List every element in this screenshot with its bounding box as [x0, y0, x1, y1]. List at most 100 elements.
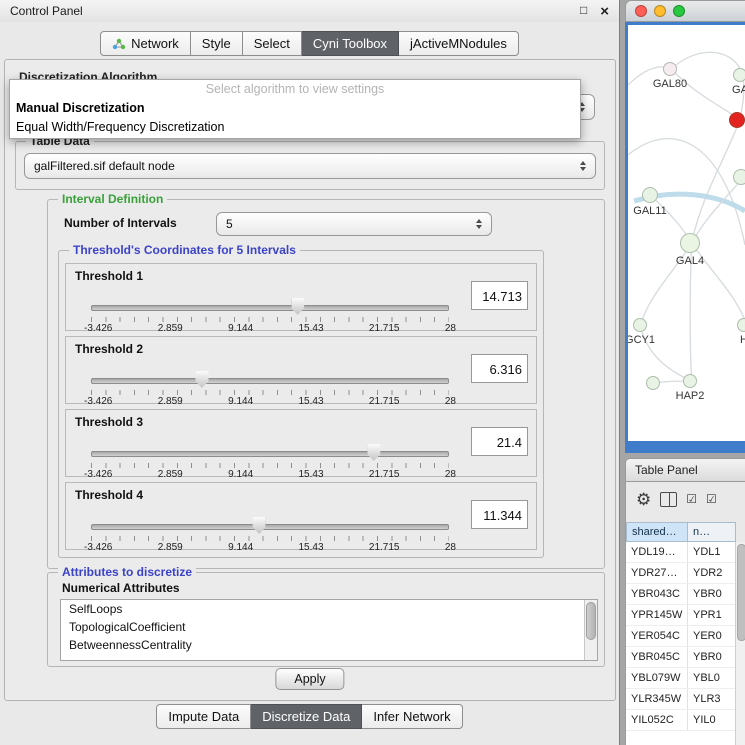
node-circle[interactable]: [729, 112, 745, 128]
network-canvas[interactable]: GAL80GAGAL11GAL4GCY1HHAP2: [628, 25, 745, 441]
slider-track[interactable]: [91, 524, 449, 530]
slider-thumb[interactable]: [195, 371, 208, 388]
table-panel-titlebar[interactable]: Table Panel: [625, 458, 745, 482]
node-circle[interactable]: [663, 62, 677, 76]
tab-cyni-toolbox[interactable]: Cyni Toolbox: [302, 31, 399, 56]
tab-infer-network[interactable]: Infer Network: [362, 704, 462, 729]
node-circle[interactable]: [646, 376, 660, 390]
threshold-3-slider[interactable]: -3.4262.8599.14415.4321.71528: [84, 444, 456, 476]
minimize-traffic-light[interactable]: [654, 5, 666, 17]
dropdown-option-equal-width-frequency[interactable]: Equal Width/Frequency Discretization: [10, 118, 580, 137]
threshold-2-value[interactable]: 6.316: [471, 354, 528, 383]
interval-definition-group: Interval Definition Number of Intervals …: [47, 199, 605, 569]
checkbox-icon[interactable]: ☑: [686, 493, 697, 505]
table-row[interactable]: YDR27… YDR2: [626, 563, 736, 584]
scale-tick-label: 21.715: [369, 469, 400, 480]
scale-tick-label: 2.859: [158, 469, 183, 480]
tab-label: Style: [202, 36, 231, 51]
node-circle[interactable]: [737, 318, 745, 332]
scale-tick-label: 9.144: [228, 323, 253, 334]
network-frame: GAL80GAGAL11GAL4GCY1HHAP2: [625, 22, 745, 453]
node-circle[interactable]: [733, 68, 745, 82]
tab-discretize-data[interactable]: Discretize Data: [251, 704, 362, 729]
table-cell: YDR2: [688, 563, 736, 583]
table-cell: YDL1: [688, 542, 736, 562]
slider-ticks: [91, 463, 449, 468]
slider-track[interactable]: [91, 451, 449, 457]
node-label: H: [740, 334, 745, 346]
node-circle[interactable]: [733, 169, 745, 185]
slider-track[interactable]: [91, 305, 449, 311]
attributes-group: Attributes to discretize Numerical Attri…: [47, 572, 605, 667]
table-row[interactable]: YER054C YER0: [626, 626, 736, 647]
attribute-list-item[interactable]: TopologicalCoefficient: [61, 618, 597, 636]
close-traffic-light[interactable]: [635, 5, 647, 17]
columns-icon[interactable]: [660, 492, 677, 507]
network-icon: [112, 38, 126, 50]
close-window-icon[interactable]: ×: [600, 4, 609, 19]
scrollbar-thumb[interactable]: [586, 602, 596, 640]
slider-scale: -3.4262.8599.14415.4321.71528: [84, 469, 456, 480]
attribute-list-item[interactable]: BetweennessCentrality: [61, 636, 597, 654]
table-data-group: Table Data galFiltered.sif default node: [15, 141, 605, 190]
tab-select[interactable]: Select: [243, 31, 302, 56]
threshold-2-label: Threshold 2: [75, 342, 143, 356]
scale-tick-label: -3.426: [84, 542, 112, 553]
column-header-name[interactable]: n…: [688, 522, 736, 542]
table-data-combo[interactable]: galFiltered.sif default node: [24, 153, 596, 179]
zoom-traffic-light[interactable]: [673, 5, 685, 17]
threshold-2-panel: Threshold 2 -3.4262.8599.14415.4321.7152…: [65, 336, 537, 404]
tab-label: Discretize Data: [262, 709, 350, 724]
table-row[interactable]: YPR145W YPR1: [626, 605, 736, 626]
node-circle[interactable]: [680, 233, 700, 253]
node-circle[interactable]: [633, 318, 647, 332]
threshold-3-value[interactable]: 21.4: [471, 427, 528, 456]
slider-thumb[interactable]: [291, 298, 304, 315]
table-scrollbar[interactable]: [735, 542, 745, 745]
scrollbar-thumb[interactable]: [737, 544, 745, 641]
table-cell: YER054C: [626, 626, 688, 646]
float-window-icon[interactable]: □: [580, 4, 587, 19]
table-cell: YDR27…: [626, 563, 688, 583]
slider-thumb[interactable]: [367, 444, 380, 461]
table-row[interactable]: YDL19… YDL1: [626, 542, 736, 563]
threshold-1-value[interactable]: 14.713: [471, 281, 528, 310]
tab-network[interactable]: Network: [100, 31, 191, 56]
scale-tick-label: -3.426: [84, 323, 112, 334]
tab-style[interactable]: Style: [191, 31, 243, 56]
column-header-shared-name[interactable]: shared…: [626, 522, 688, 542]
numerical-attributes-list[interactable]: SelfLoops TopologicalCoefficient Between…: [60, 599, 598, 661]
table-header-row: shared… n…: [626, 522, 736, 542]
threshold-4-slider[interactable]: -3.4262.8599.14415.4321.71528: [84, 517, 456, 549]
slider-track[interactable]: [91, 378, 449, 384]
tab-jactivemnodules[interactable]: jActiveMNodules: [399, 31, 519, 56]
node-circle[interactable]: [683, 374, 697, 388]
table-row[interactable]: YBR043C YBR0: [626, 584, 736, 605]
dropdown-option-manual-discretization[interactable]: Manual Discretization: [10, 99, 580, 118]
table-row[interactable]: YBL079W YBL0: [626, 668, 736, 689]
threshold-4-value[interactable]: 11.344: [471, 500, 528, 529]
table-row[interactable]: YBR045C YBR0: [626, 647, 736, 668]
table-row[interactable]: YLR345W YLR3: [626, 689, 736, 710]
scale-tick-label: 15.43: [299, 323, 324, 334]
checkbox-icon[interactable]: ☑: [706, 493, 717, 505]
attributes-group-label: Attributes to discretize: [58, 565, 196, 579]
table-row[interactable]: YIL052C YIL0: [626, 710, 736, 731]
threshold-1-slider[interactable]: -3.4262.8599.14415.4321.71528: [84, 298, 456, 330]
threshold-2-slider[interactable]: -3.4262.8599.14415.4321.71528: [84, 371, 456, 403]
scale-tick-label: 28: [445, 469, 456, 480]
attributes-scrollbar[interactable]: [584, 600, 597, 660]
number-of-intervals-value: 5: [226, 217, 233, 231]
slider-thumb[interactable]: [253, 517, 266, 534]
tab-impute-data[interactable]: Impute Data: [156, 704, 251, 729]
attribute-list-item[interactable]: SelfLoops: [61, 600, 597, 618]
threshold-1-panel: Threshold 1 -3.4262.8599.14415.4321.7152…: [65, 263, 537, 331]
gear-icon[interactable]: ⚙: [636, 491, 651, 508]
apply-button[interactable]: Apply: [275, 668, 344, 690]
top-tab-bar: Network Style Select Cyni Toolbox jActiv…: [0, 31, 619, 56]
scale-tick-label: 2.859: [158, 323, 183, 334]
number-of-intervals-combo[interactable]: 5: [216, 212, 492, 236]
network-window-titlebar[interactable]: [625, 0, 745, 22]
node-circle[interactable]: [642, 187, 658, 203]
table-cell: YLR345W: [626, 689, 688, 709]
